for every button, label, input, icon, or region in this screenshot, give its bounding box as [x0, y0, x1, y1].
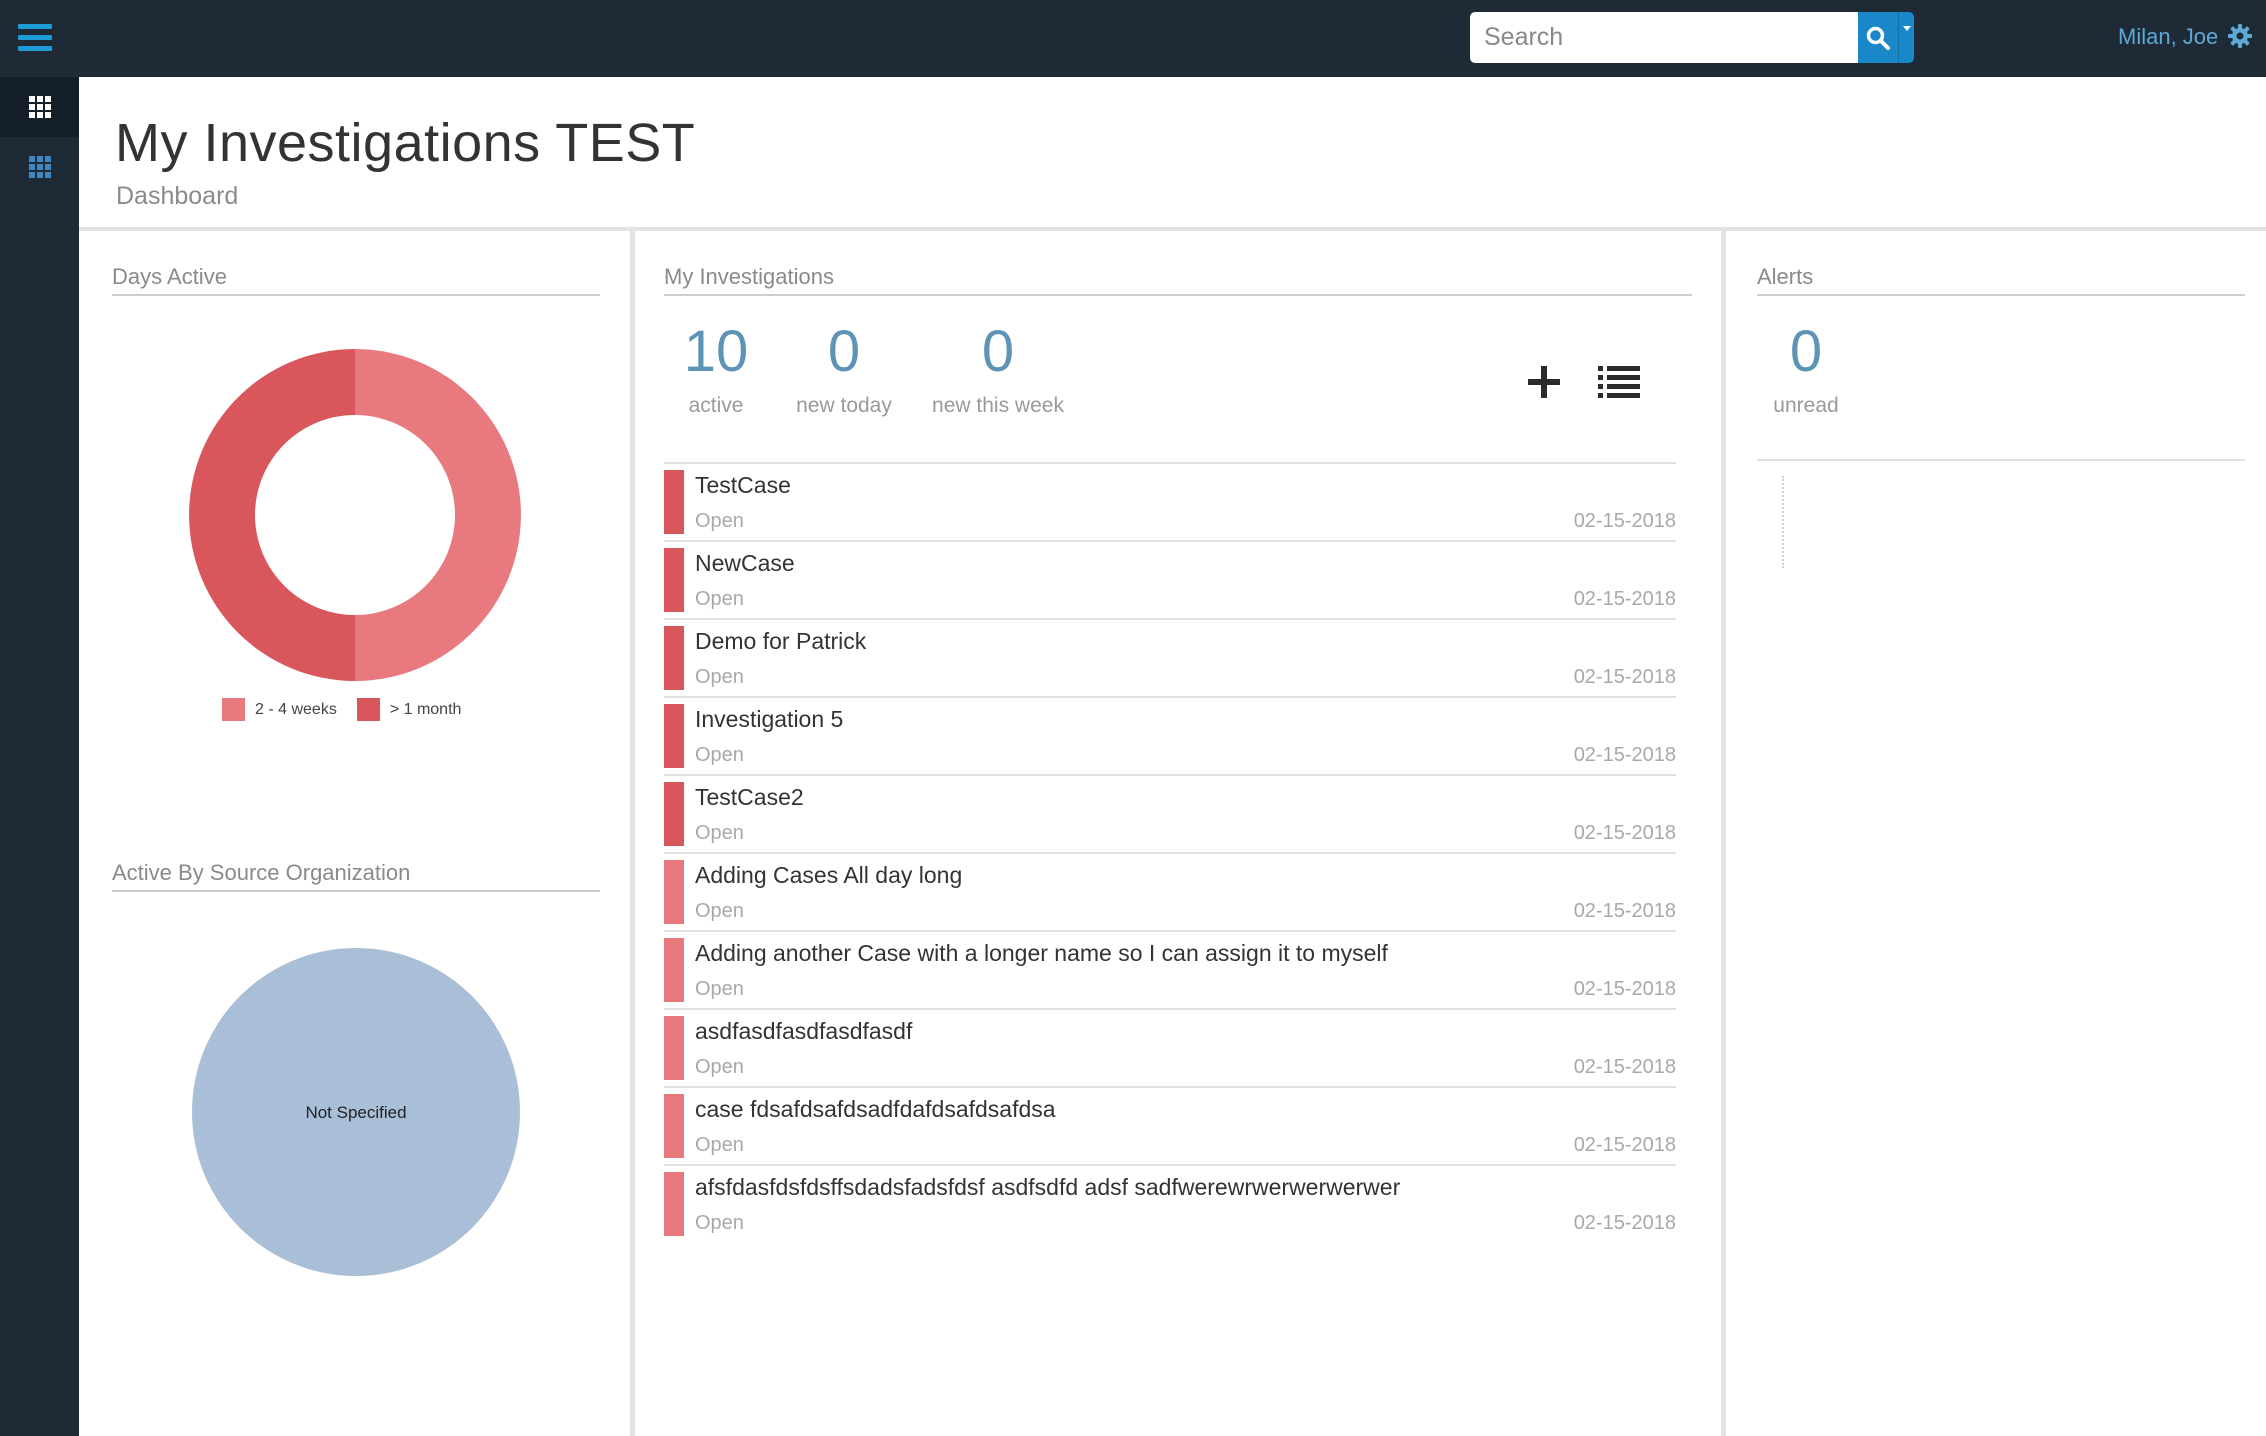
sidebar-item-apps[interactable]: [0, 137, 79, 197]
status-color-bar: [664, 1172, 684, 1236]
active-label: active: [688, 394, 744, 417]
my-investigations-title: My Investigations: [664, 264, 1692, 296]
investigation-name[interactable]: Investigation 5: [695, 706, 843, 733]
investigation-date: 02-15-2018: [1573, 588, 1676, 610]
investigation-status: Open: [695, 1056, 744, 1078]
sidebar: [0, 77, 79, 1436]
investigation-row[interactable]: asdfasdfasdfasdfasdf Open 02-15-2018: [664, 1008, 1676, 1086]
investigation-name[interactable]: Adding another Case with a longer name s…: [695, 940, 1388, 967]
investigation-status: Open: [695, 822, 744, 844]
days-active-legend: 2 - 4 weeks > 1 month: [222, 698, 461, 721]
investigation-status: Open: [695, 666, 744, 688]
investigation-status: Open: [695, 978, 744, 1000]
grid-icon: [28, 96, 51, 118]
investigation-name[interactable]: NewCase: [695, 550, 795, 577]
grid-icon: [28, 156, 51, 178]
investigation-status: Open: [695, 1134, 744, 1156]
investigation-name[interactable]: case fdsafdsafdsadfdafdsafdsafdsa: [695, 1096, 1056, 1123]
alerts-title: Alerts: [1757, 264, 2245, 296]
new-today-count[interactable]: 0: [808, 318, 880, 385]
list-view-icon[interactable]: [1598, 364, 1640, 400]
new-week-count[interactable]: 0: [962, 318, 1034, 385]
unread-count[interactable]: 0: [1770, 318, 1842, 385]
donut-slice[interactable]: [189, 349, 355, 681]
investigation-date: 02-15-2018: [1573, 744, 1676, 766]
status-color-bar: [664, 1094, 684, 1158]
sidebar-item-dashboard[interactable]: [0, 77, 79, 137]
search-input[interactable]: [1470, 12, 1858, 63]
caret-down-icon: [1902, 26, 1911, 31]
investigation-date: 02-15-2018: [1573, 510, 1676, 532]
status-color-bar: [664, 626, 684, 690]
investigation-status: Open: [695, 900, 744, 922]
search-box: [1470, 12, 1914, 63]
investigation-date: 02-15-2018: [1573, 822, 1676, 844]
page-subtitle: Dashboard: [116, 182, 239, 210]
gear-icon[interactable]: [2228, 24, 2252, 48]
top-bar: Milan, Joe: [0, 0, 2266, 77]
status-color-bar: [664, 704, 684, 768]
legend-label: > 1 month: [389, 700, 462, 718]
investigation-name[interactable]: TestCase: [695, 472, 791, 499]
investigation-date: 02-15-2018: [1573, 666, 1676, 688]
investigation-row[interactable]: Adding Cases All day long Open 02-15-2018: [664, 852, 1676, 930]
days-active-donut-chart: [189, 349, 521, 681]
investigation-status: Open: [695, 1212, 744, 1234]
investigation-row[interactable]: case fdsafdsafdsadfdafdsafdsafdsa Open 02-…: [664, 1086, 1676, 1164]
investigation-row[interactable]: Investigation 5 Open 02-15-2018: [664, 696, 1676, 774]
legend-swatch: [356, 698, 380, 721]
investigation-name[interactable]: afsfdasfdsfdsffsdadsfadsfdsf asdfsdfd ad…: [695, 1174, 1400, 1201]
add-investigation-icon[interactable]: [1526, 364, 1562, 400]
search-options-dropdown[interactable]: [1898, 12, 1914, 63]
alerts-divider: [1757, 459, 2245, 461]
investigation-name[interactable]: TestCase2: [695, 784, 804, 811]
investigation-row[interactable]: TestCase Open 02-15-2018: [664, 462, 1676, 540]
investigation-date: 02-15-2018: [1573, 1212, 1676, 1234]
user-menu[interactable]: Milan, Joe: [2118, 24, 2218, 50]
header-divider: [79, 227, 2266, 231]
new-week-label: new this week: [932, 394, 1064, 417]
menu-icon[interactable]: [18, 24, 52, 52]
donut-slice[interactable]: [355, 349, 521, 681]
investigation-date: 02-15-2018: [1573, 1134, 1676, 1156]
investigation-name[interactable]: asdfasdfasdfasdfasdf: [695, 1018, 912, 1045]
investigation-row[interactable]: Adding another Case with a longer name s…: [664, 930, 1676, 1008]
investigation-row[interactable]: afsfdasfdsfdsffsdadsfadsfdsf asdfsdfd ad…: [664, 1164, 1676, 1242]
legend-swatch: [222, 698, 245, 721]
search-icon: [1866, 26, 1890, 50]
investigation-name[interactable]: Demo for Patrick: [695, 628, 866, 655]
investigation-name[interactable]: Adding Cases All day long: [695, 862, 962, 889]
status-color-bar: [664, 470, 684, 534]
investigation-status: Open: [695, 510, 744, 532]
investigation-date: 02-15-2018: [1573, 978, 1676, 1000]
panel-divider: [630, 231, 635, 1436]
pie-slice-label: Not Specified: [305, 1103, 406, 1122]
status-color-bar: [664, 860, 684, 924]
status-color-bar: [664, 548, 684, 612]
unread-label: unread: [1773, 394, 1839, 417]
investigation-row[interactable]: NewCase Open 02-15-2018: [664, 540, 1676, 618]
legend-label: 2 - 4 weeks: [255, 700, 337, 718]
alerts-timeline: [1782, 476, 1784, 568]
investigation-date: 02-15-2018: [1573, 900, 1676, 922]
search-button[interactable]: [1858, 12, 1898, 63]
investigation-status: Open: [695, 588, 744, 610]
investigation-row[interactable]: TestCase2 Open 02-15-2018: [664, 774, 1676, 852]
status-color-bar: [664, 1016, 684, 1080]
investigation-date: 02-15-2018: [1573, 1056, 1676, 1078]
status-color-bar: [664, 938, 684, 1002]
source-organization-pie-chart: Not Specified: [192, 948, 520, 1276]
status-color-bar: [664, 782, 684, 846]
active-count[interactable]: 10: [680, 318, 752, 385]
by-source-title: Active By Source Organization: [112, 860, 600, 892]
investigation-row[interactable]: Demo for Patrick Open 02-15-2018: [664, 618, 1676, 696]
investigation-list: TestCase Open 02-15-2018 NewCase Open 02-15-2…: [664, 462, 1676, 1242]
panel-divider: [1721, 231, 1726, 1436]
investigation-status: Open: [695, 744, 744, 766]
page-title: My Investigations TEST: [115, 113, 696, 173]
new-today-label: new today: [796, 394, 892, 417]
days-active-title: Days Active: [112, 264, 600, 296]
